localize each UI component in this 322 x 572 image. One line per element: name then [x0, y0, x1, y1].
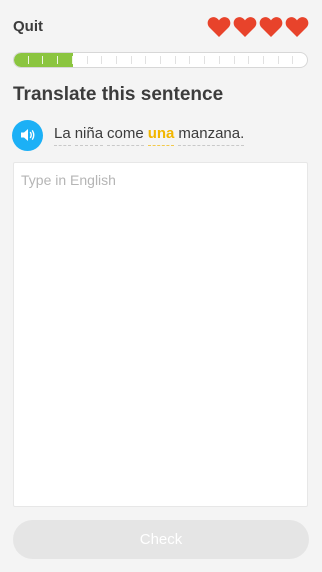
prompt-sentence: La niña come una manzana. — [54, 125, 245, 146]
progress-segment — [29, 56, 44, 64]
progress-segment — [220, 56, 235, 64]
heart-icon — [207, 17, 231, 37]
new-word-hint[interactable]: una — [147, 125, 175, 146]
progress-segment — [205, 56, 220, 64]
progress-segment — [146, 56, 162, 64]
play-audio-button[interactable] — [12, 119, 43, 151]
progress-segment — [117, 56, 132, 64]
progress-segment — [190, 56, 206, 64]
quit-button[interactable]: Quit — [13, 18, 43, 35]
progress-segment — [235, 56, 250, 64]
progress-segment — [176, 56, 191, 64]
heart-icon — [285, 17, 309, 37]
progress-segment — [43, 56, 59, 64]
progress-segment — [88, 56, 103, 64]
speaker-icon — [20, 129, 34, 141]
hearts-lives — [207, 16, 309, 38]
progress-segments — [14, 53, 307, 67]
prompt-row: La niña come una manzana. — [12, 119, 245, 151]
answer-input[interactable] — [14, 163, 307, 506]
progress-segment — [73, 56, 88, 64]
progress-segment — [14, 56, 29, 64]
progress-segment — [264, 56, 279, 64]
exercise-title: Translate this sentence — [13, 84, 224, 105]
word-hint[interactable]: niña — [74, 125, 104, 146]
progress-segment — [279, 56, 294, 64]
word-hint[interactable]: come — [107, 125, 144, 146]
progress-segment — [132, 56, 147, 64]
word-hint[interactable]: manzana. — [178, 125, 245, 146]
lesson-progress-bar — [13, 52, 308, 68]
progress-segment — [249, 56, 264, 64]
heart-icon — [259, 17, 283, 37]
progress-segment — [293, 56, 307, 64]
heart-icon — [233, 17, 257, 37]
answer-box — [13, 162, 308, 507]
progress-segment — [58, 56, 73, 64]
progress-segment — [102, 56, 117, 64]
word-hint[interactable]: La — [54, 125, 71, 146]
check-button[interactable]: Check — [13, 520, 309, 559]
progress-segment — [161, 56, 176, 64]
top-bar: Quit — [0, 0, 322, 50]
